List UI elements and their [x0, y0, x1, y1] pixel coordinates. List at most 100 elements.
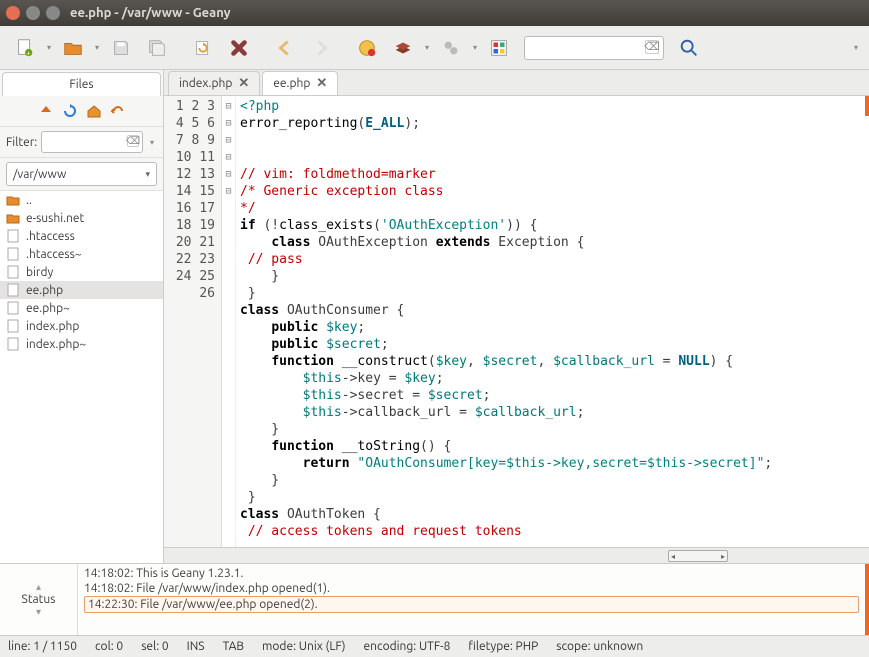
messages-panel: ▴ Status ▾ 14:18:02: This is Geany 1.23.… — [0, 563, 869, 635]
filter-input[interactable]: ⌫ — [41, 131, 143, 153]
open-file-dropdown[interactable]: ▾ — [92, 43, 102, 52]
folder-icon — [6, 211, 20, 225]
window-close-button[interactable] — [6, 6, 20, 20]
status-pos: line: 1 / 1150 — [8, 640, 77, 653]
file-item-label: .htaccess — [26, 230, 75, 243]
file-icon — [6, 229, 20, 243]
file-item-label: birdy — [26, 266, 53, 279]
file-item[interactable]: e-sushi.net — [0, 209, 163, 227]
save-all-button[interactable] — [140, 31, 174, 65]
close-file-button[interactable] — [222, 31, 256, 65]
window-minimize-button[interactable] — [26, 6, 40, 20]
code-editor[interactable]: 1 2 3 4 5 6 7 8 9 10 11 12 13 14 15 16 1… — [164, 96, 869, 547]
nav-back-button[interactable] — [268, 31, 302, 65]
search-button[interactable] — [672, 31, 706, 65]
new-file-dropdown[interactable]: ▾ — [44, 43, 54, 52]
message-line[interactable]: 14:22:30: File /var/www/ee.php opened(2)… — [84, 596, 859, 613]
toolbar: + ▾ ▾ ▾ ▾ ⌫ ▾ — [0, 26, 869, 70]
message-line[interactable]: 14:18:02: File /var/www/index.php opened… — [84, 581, 859, 596]
build-button[interactable] — [386, 31, 420, 65]
file-icon — [6, 265, 20, 279]
path-combo[interactable]: /var/www ▾ — [6, 162, 157, 186]
status-encoding: encoding: UTF-8 — [364, 640, 451, 653]
compile-button[interactable] — [350, 31, 384, 65]
filter-label: Filter: — [6, 136, 37, 149]
scrollbar-thumb[interactable]: ◂▸ — [668, 550, 728, 562]
file-icon — [6, 319, 20, 333]
message-line[interactable]: 14:18:02: This is Geany 1.23.1. — [84, 566, 859, 581]
messages-status-tab[interactable]: Status — [22, 593, 56, 606]
tab-close-icon[interactable]: ✕ — [316, 76, 327, 91]
code-content[interactable]: <?php error_reporting(E_ALL); // vim: fo… — [236, 96, 869, 547]
messages-down-icon[interactable]: ▾ — [36, 606, 41, 618]
titlebar: ee.php - /var/www - Geany — [0, 0, 869, 26]
tab-close-icon[interactable]: ✕ — [238, 76, 249, 91]
horizontal-scrollbar[interactable]: ◂▸ — [164, 547, 869, 563]
open-file-button[interactable] — [56, 31, 90, 65]
nav-set-path-icon[interactable] — [109, 102, 127, 120]
build-dropdown[interactable]: ▾ — [422, 43, 432, 52]
editor-tab[interactable]: index.php ✕ — [168, 71, 260, 95]
file-item[interactable]: ee.php — [0, 281, 163, 299]
execute-button[interactable] — [434, 31, 468, 65]
file-item[interactable]: ee.php~ — [0, 299, 163, 317]
folder-icon — [6, 193, 20, 207]
file-item-label: .htaccess~ — [26, 248, 82, 261]
window-maximize-button[interactable] — [46, 6, 60, 20]
reload-button[interactable] — [186, 31, 220, 65]
file-item[interactable]: index.php — [0, 317, 163, 335]
editor-tab[interactable]: ee.php ✕ — [262, 71, 338, 95]
sidebar-tab-files[interactable]: Files — [2, 72, 161, 96]
file-item[interactable]: .. — [0, 191, 163, 209]
file-icon — [6, 337, 20, 351]
status-col: col: 0 — [95, 640, 123, 653]
status-scope: scope: unknown — [556, 640, 643, 653]
messages-list[interactable]: 14:18:02: This is Geany 1.23.1.14:18:02:… — [78, 564, 869, 635]
file-list[interactable]: .. e-sushi.net .htaccess .htaccess~ birdy ee.… — [0, 191, 163, 563]
path-value: /var/www — [13, 168, 66, 181]
file-item-label: index.php~ — [26, 338, 86, 351]
file-item-label: .. — [26, 194, 32, 207]
color-chooser-button[interactable] — [482, 31, 516, 65]
sidebar: Files Filter: ⌫ ▾ /var/www ▾ .. e-sushi.n… — [0, 70, 164, 563]
chevron-down-icon: ▾ — [145, 169, 150, 180]
nav-home-icon[interactable] — [85, 102, 103, 120]
save-button[interactable] — [104, 31, 138, 65]
status-tab: TAB — [223, 640, 244, 653]
messages-sidebar: ▴ Status ▾ — [0, 564, 78, 635]
file-icon — [6, 301, 20, 315]
nav-forward-button[interactable] — [304, 31, 338, 65]
file-item-label: ee.php~ — [26, 302, 70, 315]
editor-tab-label: index.php — [179, 77, 232, 90]
filter-clear-icon[interactable]: ⌫ — [127, 135, 139, 147]
file-item-label: e-sushi.net — [26, 212, 84, 225]
change-marker — [865, 96, 869, 116]
status-mode: mode: Unix (LF) — [262, 640, 346, 653]
search-input[interactable]: ⌫ — [524, 36, 664, 60]
new-file-button[interactable]: + — [8, 31, 42, 65]
file-item[interactable]: .htaccess — [0, 227, 163, 245]
window-title: ee.php - /var/www - Geany — [70, 6, 231, 20]
file-item-label: ee.php — [26, 284, 63, 297]
file-item-label: index.php — [26, 320, 79, 333]
status-sel: sel: 0 — [141, 640, 168, 653]
sidebar-nav — [0, 96, 163, 127]
editor-tabs: index.php ✕ ee.php ✕ — [164, 70, 869, 96]
editor-area: index.php ✕ ee.php ✕ 1 2 3 4 5 6 7 8 9 10 1… — [164, 70, 869, 563]
file-item[interactable]: .htaccess~ — [0, 245, 163, 263]
nav-up-icon[interactable] — [37, 102, 55, 120]
file-icon — [6, 247, 20, 261]
toolbar-overflow[interactable]: ▾ — [851, 43, 861, 52]
file-item[interactable]: index.php~ — [0, 335, 163, 353]
nav-refresh-icon[interactable] — [61, 102, 79, 120]
file-icon — [6, 283, 20, 297]
file-item[interactable]: birdy — [0, 263, 163, 281]
filter-dropdown[interactable]: ▾ — [147, 138, 157, 147]
editor-tab-label: ee.php — [273, 77, 310, 90]
fold-column[interactable]: ⊟ ⊟ ⊟ ⊟ ⊟ ⊟ — [222, 96, 236, 547]
search-clear-icon[interactable]: ⌫ — [645, 40, 659, 54]
messages-up-icon[interactable]: ▴ — [36, 581, 41, 593]
status-ins: INS — [187, 640, 205, 653]
svg-text:+: + — [26, 49, 30, 57]
execute-dropdown[interactable]: ▾ — [470, 43, 480, 52]
